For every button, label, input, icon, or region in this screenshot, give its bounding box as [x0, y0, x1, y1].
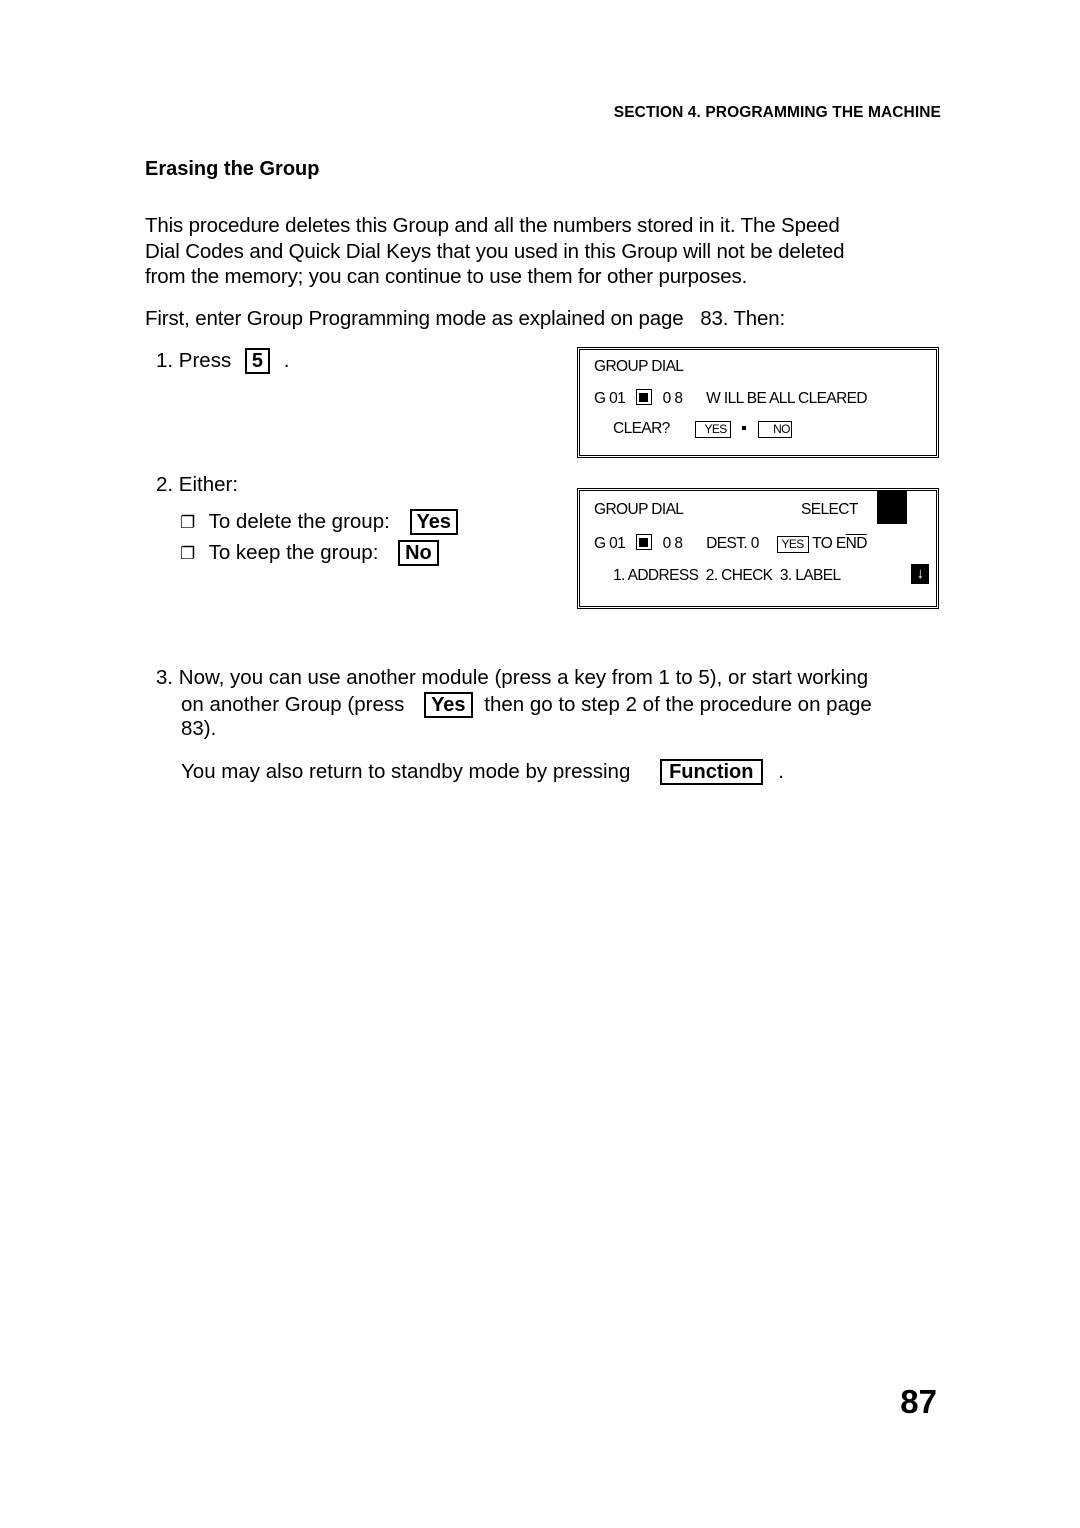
step-3-line-1: 3. Now, you can use another module (pres…: [156, 666, 869, 689]
option-delete: ❐ To delete the group: Yes: [180, 509, 458, 535]
lcd-yes-key: YES: [695, 421, 731, 438]
lcd-count: 0 8: [662, 535, 683, 552]
cursor-square-icon: [635, 389, 652, 405]
option-keep: ❐ To keep the group: No: [180, 540, 439, 566]
step-2-label: 2. Either:: [156, 473, 239, 496]
lcd-line-3: CLEAR? YES NO: [613, 420, 792, 438]
lcd-to-text: TO E: [812, 535, 846, 552]
option-keep-text: To keep the group:: [208, 541, 379, 564]
lcd-no-key: NO: [758, 421, 792, 438]
step-1-suffix: .: [283, 349, 290, 372]
section-header: SECTION 4. PROGRAMMING THE MACHINE: [613, 104, 941, 121]
lcd-line-3: 1. ADDRESS 2. CHECK 3. LABEL: [613, 567, 841, 584]
step-3-suffix: then go to step 2 of the procedure on pa…: [484, 693, 872, 716]
lcd-select-label: SELECT: [801, 501, 858, 518]
step-1: 1. Press 5 .: [156, 348, 289, 374]
key-no: No: [398, 540, 439, 566]
checkbox-bullet-icon: ❐: [180, 544, 196, 563]
page-number: 87: [900, 1383, 937, 1420]
lcd-group-id: G 01: [594, 535, 626, 552]
lcd-message: W ILL BE ALL CLEARED: [706, 390, 867, 407]
lcd-end-text: ND: [845, 535, 868, 552]
step-3-line-3: 83).: [181, 717, 217, 740]
step-1-text: 1. Press: [156, 349, 232, 372]
step-3-line-2: on another Group (press Yes then go to s…: [181, 692, 872, 718]
intro-line: Dial Codes and Quick Dial Keys that you …: [145, 239, 845, 263]
cursor-square-icon: [635, 534, 652, 550]
standby-instruction: You may also return to standby mode by p…: [181, 759, 784, 785]
option-delete-text: To delete the group:: [208, 510, 390, 533]
standby-suffix: .: [778, 760, 784, 783]
intro-paragraph: This procedure deletes this Group and al…: [145, 213, 845, 290]
lcd-to-end: TO END: [812, 535, 867, 552]
key-yes: Yes: [424, 692, 473, 718]
lcd-line-2: G 01 0 8 W ILL BE ALL CLEARED: [594, 389, 868, 408]
lcd-line-1: GROUP DIAL: [594, 501, 684, 518]
standby-text: You may also return to standby mode by p…: [181, 760, 631, 783]
lcd-yes-key: YES: [776, 536, 809, 553]
first-instruction: First, enter Group Programming mode as e…: [145, 307, 786, 330]
key-yes: Yes: [409, 509, 458, 535]
key-function: Function: [660, 759, 763, 785]
lcd-line-2: G 01 0 8 DEST. 0 YES TO END: [594, 534, 867, 553]
lcd-display-select: GROUP DIAL SELECT G 01 0 8 DEST. 0 YES T…: [577, 488, 939, 609]
intro-line: This procedure deletes this Group and al…: [145, 214, 840, 237]
intro-line: from the memory; you can continue to use…: [145, 265, 748, 288]
step-3-prefix: on another Group (press: [181, 693, 405, 716]
lcd-cursor-block: [877, 491, 907, 524]
key-5: 5: [244, 348, 271, 374]
lcd-dest: DEST. 0: [706, 535, 759, 552]
separator-dot-icon: [742, 426, 747, 430]
lcd-line-1: GROUP DIAL: [594, 358, 684, 375]
lcd-count: 0 8: [662, 390, 683, 407]
lcd-display-clear: GROUP DIAL G 01 0 8 W ILL BE ALL CLEARED…: [577, 347, 939, 458]
lcd-group-id: G 01: [594, 390, 626, 407]
page-heading: Erasing the Group: [145, 158, 320, 180]
down-arrow-icon: ↓: [911, 564, 929, 584]
lcd-prompt: CLEAR?: [613, 420, 670, 437]
checkbox-bullet-icon: ❐: [180, 513, 196, 532]
